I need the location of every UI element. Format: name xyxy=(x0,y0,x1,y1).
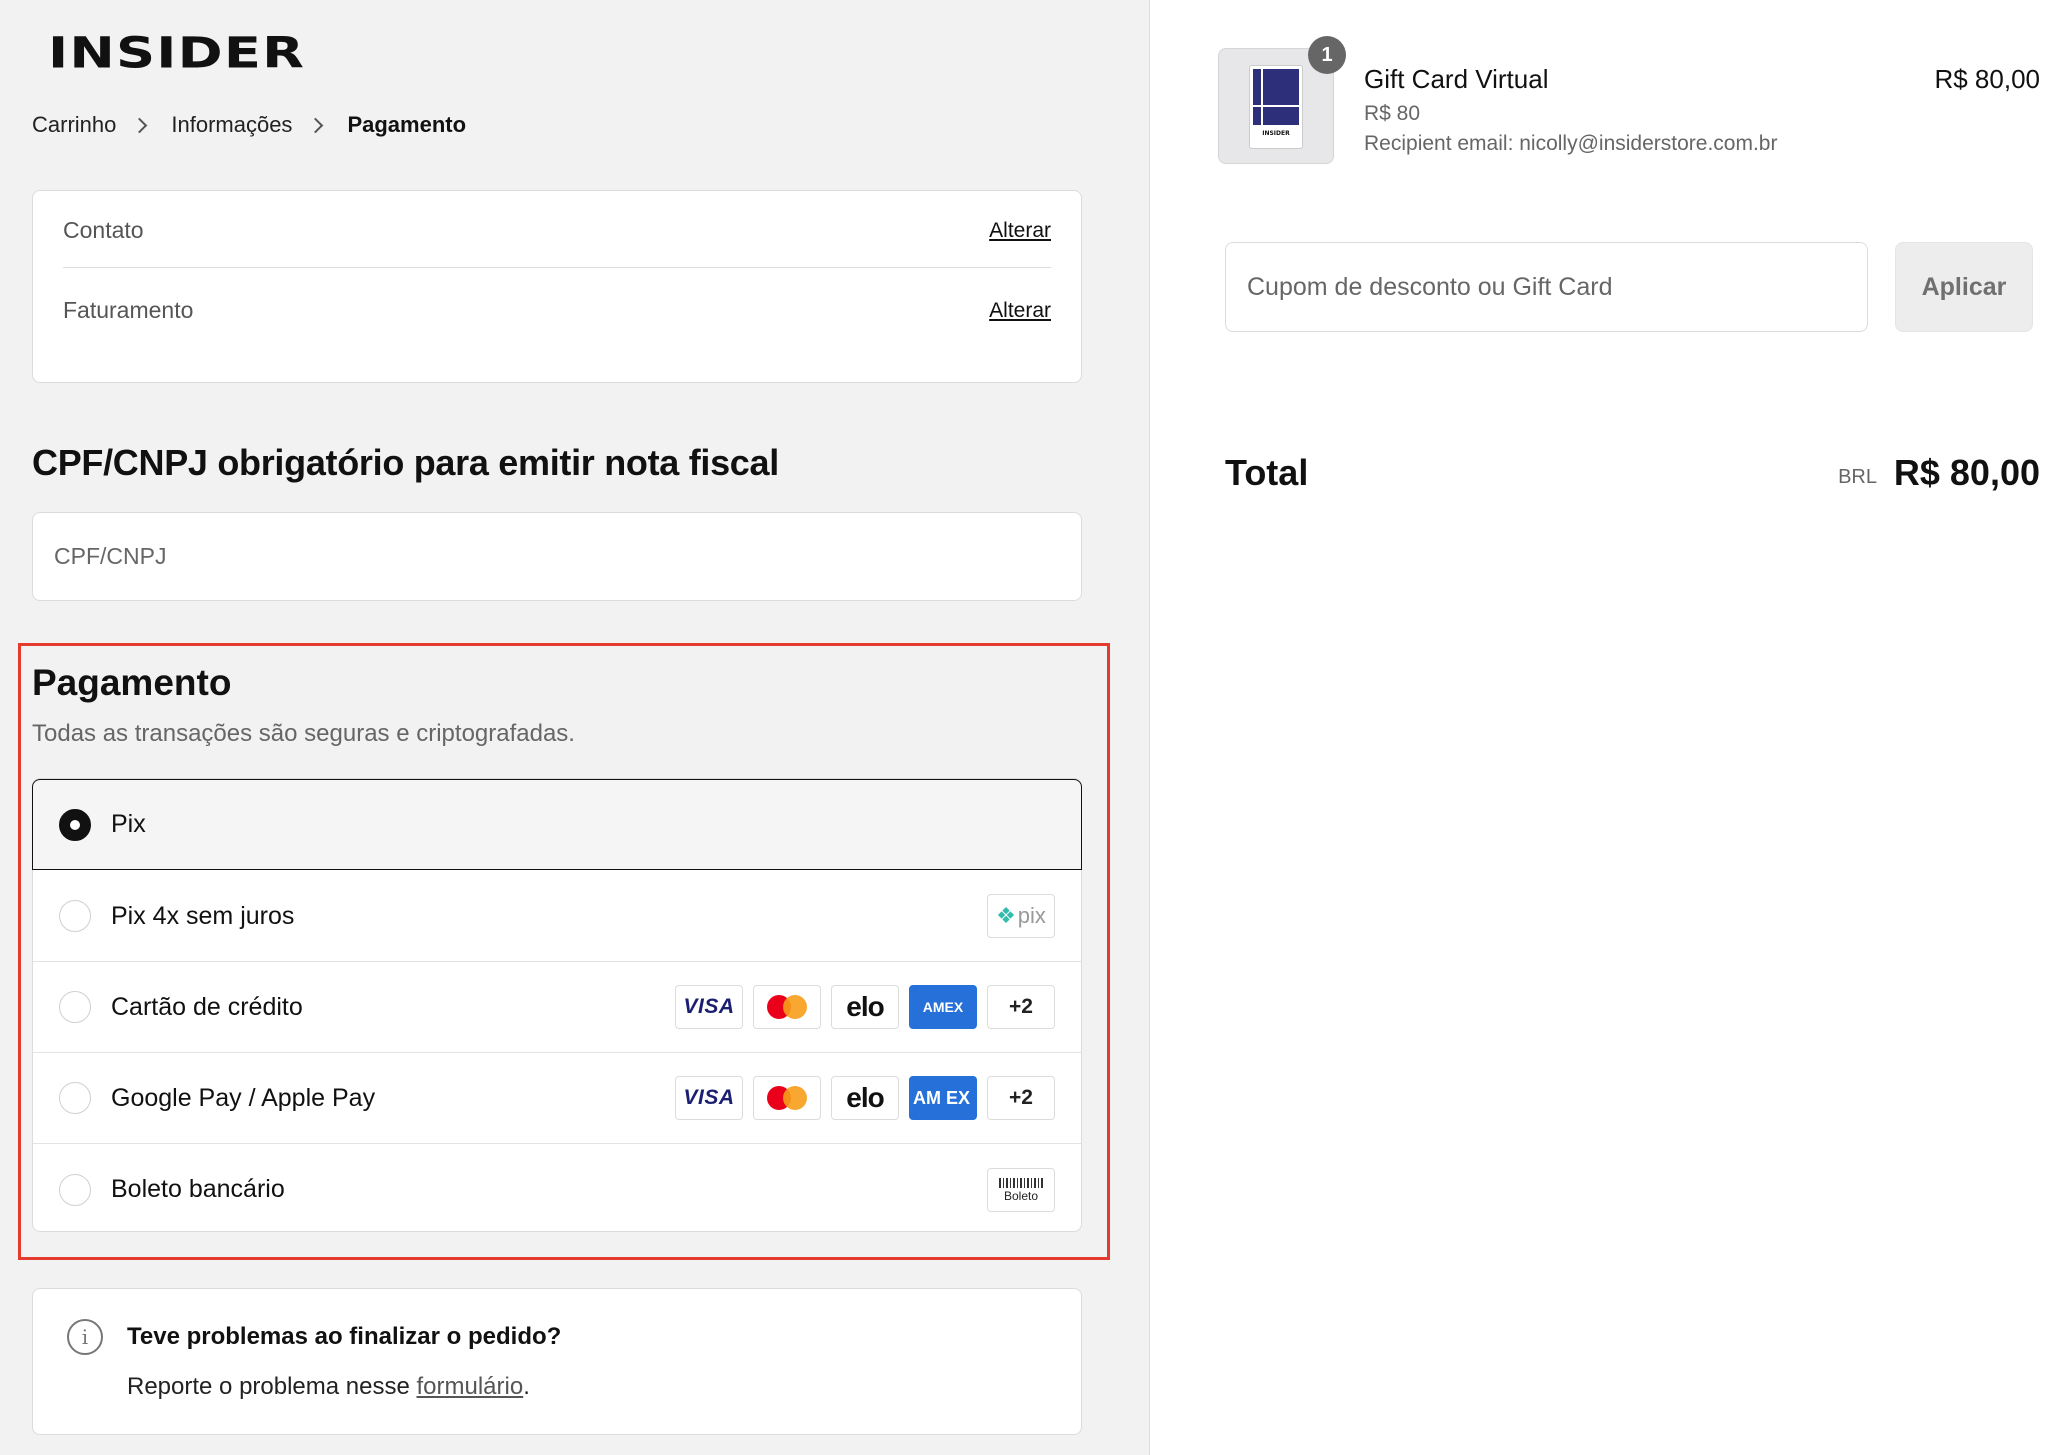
change-contact-link[interactable]: Alterar xyxy=(989,219,1051,243)
apply-coupon-button[interactable]: Aplicar xyxy=(1895,242,2033,332)
payment-method-wallet[interactable]: Google Pay / Apple Pay VISA elo AM EX +2 xyxy=(33,1053,1081,1144)
product-recipient: Recipient email: nicolly@insiderstore.co… xyxy=(1364,132,1778,155)
chevron-right-icon xyxy=(132,117,148,133)
more-cards-badge: +2 xyxy=(987,1076,1055,1120)
payment-methods-list: Pix Pix 4x sem juros ❖ pix Cartão de créd… xyxy=(32,778,1082,1232)
payment-method-label: Google Pay / Apple Pay xyxy=(111,1083,376,1112)
elo-logo-icon: elo xyxy=(831,1076,899,1120)
product-variant: R$ 80 xyxy=(1364,102,1421,125)
breadcrumb-cart[interactable]: Carrinho xyxy=(32,112,116,138)
payment-title: Pagamento xyxy=(32,662,232,703)
visa-logo-icon: VISA xyxy=(675,985,743,1029)
payment-method-label: Cartão de crédito xyxy=(111,992,303,1021)
billing-row: Faturamento Alterar xyxy=(63,297,1051,324)
cpf-section-title: CPF/CNPJ obrigatório para emitir nota fi… xyxy=(32,442,779,483)
breadcrumb-info[interactable]: Informações xyxy=(171,112,292,138)
help-card: i Teve problemas ao finalizar o pedido? … xyxy=(32,1288,1082,1435)
billing-label: Faturamento xyxy=(63,297,194,323)
payment-method-pix[interactable]: Pix xyxy=(32,779,1082,870)
more-cards-badge: +2 xyxy=(987,985,1055,1029)
mastercard-logo-icon xyxy=(753,1076,821,1120)
amex-logo-icon: AM EX xyxy=(909,1076,977,1120)
payment-subtitle: Todas as transações são seguras e cripto… xyxy=(32,720,575,747)
checkout-main-column: INSIDER Carrinho Informações Pagamento C… xyxy=(0,0,1150,1455)
contact-row: Contato Alterar xyxy=(63,217,1051,244)
pix-logo-icon: ❖ pix xyxy=(987,894,1055,938)
payment-method-label: Pix xyxy=(111,810,146,838)
product-name: Gift Card Virtual xyxy=(1364,64,1549,94)
amex-logo-icon: AMEX xyxy=(909,985,977,1029)
payment-method-boleto[interactable]: Boleto bancário Boleto xyxy=(33,1144,1081,1235)
payment-method-label: Pix 4x sem juros xyxy=(111,901,295,930)
mastercard-logo-icon xyxy=(753,985,821,1029)
payment-badges: ❖ pix xyxy=(987,894,1055,938)
payment-badges: Boleto xyxy=(987,1167,1055,1212)
change-billing-link[interactable]: Alterar xyxy=(989,299,1051,323)
product-price: R$ 80,00 xyxy=(1934,64,2040,94)
coupon-input[interactable] xyxy=(1225,242,1868,332)
insider-logo[interactable]: INSIDER xyxy=(48,28,305,78)
barcode-icon xyxy=(999,1177,1043,1188)
visa-logo-icon: VISA xyxy=(675,1076,743,1120)
boleto-logo-icon: Boleto xyxy=(987,1167,1055,1212)
radio-selected-icon[interactable] xyxy=(59,808,91,841)
chevron-right-icon xyxy=(308,117,324,133)
divider xyxy=(63,267,1051,268)
total-value: R$ 80,00 xyxy=(1893,452,2040,493)
report-form-link[interactable]: formulário xyxy=(417,1373,524,1400)
cpf-cnpj-input[interactable] xyxy=(32,512,1082,601)
contact-summary-card: Contato Alterar Faturamento Alterar xyxy=(32,190,1082,383)
total-currency: BRL xyxy=(1838,466,1877,488)
payment-method-credit-card[interactable]: Cartão de crédito VISA elo AMEX +2 xyxy=(33,962,1081,1053)
payment-badges: VISA elo AM EX +2 xyxy=(675,1076,1055,1120)
quantity-badge: 1 xyxy=(1308,36,1346,74)
help-title: Teve problemas ao finalizar o pedido? xyxy=(127,1323,562,1350)
elo-logo-icon: elo xyxy=(831,985,899,1029)
gift-card-image: INSIDER xyxy=(1249,65,1303,149)
payment-method-label: Boleto bancário xyxy=(111,1175,285,1203)
help-text: Reporte o problema nesse formulário. xyxy=(127,1373,530,1400)
radio-icon[interactable] xyxy=(59,1082,91,1114)
payment-badges: VISA elo AMEX +2 xyxy=(675,985,1055,1029)
breadcrumb: Carrinho Informações Pagamento xyxy=(32,112,466,138)
payment-method-pix-installments[interactable]: Pix 4x sem juros ❖ pix xyxy=(33,871,1081,962)
radio-icon[interactable] xyxy=(59,900,91,932)
total-label: Total xyxy=(1225,452,1309,493)
contact-label: Contato xyxy=(63,217,144,243)
breadcrumb-payment: Pagamento xyxy=(347,112,467,137)
info-icon: i xyxy=(67,1319,103,1355)
radio-icon[interactable] xyxy=(59,1173,91,1206)
radio-icon[interactable] xyxy=(59,991,91,1023)
